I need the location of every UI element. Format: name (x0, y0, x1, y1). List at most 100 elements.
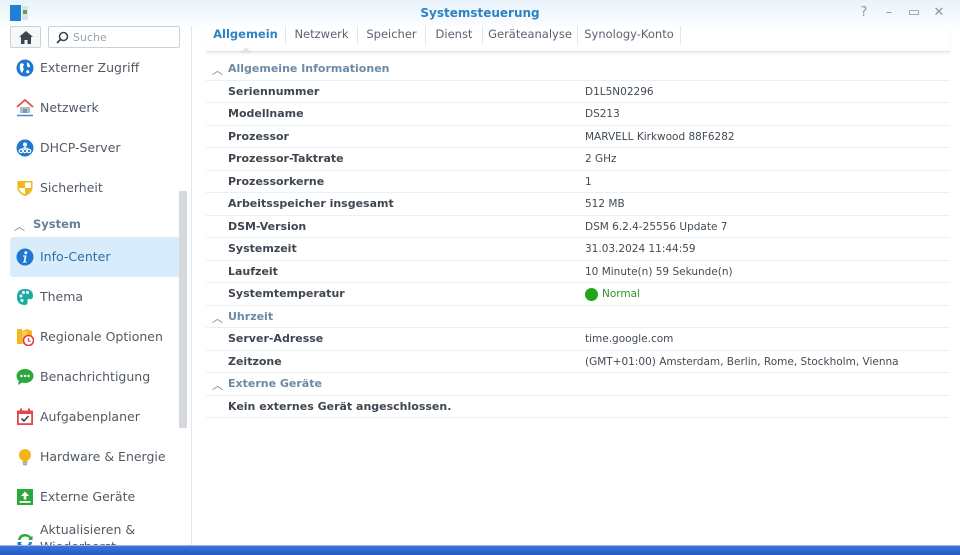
globe-icon (16, 59, 34, 77)
sidebar-item-label: Externe Geräte (40, 489, 136, 504)
info-row-ntp-server: Server-Adresse time.google.com (206, 328, 950, 351)
chevron-up-icon: ︿ (212, 379, 223, 392)
info-value: (GMT+01:00) Amsterdam, Berlin, Rome, Sto… (585, 355, 899, 368)
sidebar-item-label: Regionale Optionen (40, 329, 163, 344)
sidebar-item-label: Info-Center (40, 249, 111, 264)
info-row-serial: Seriennummer D1L5N02296 (206, 81, 950, 103)
regional-clock-icon (17, 329, 34, 346)
info-row-system-time: Systemzeit 31.03.2024 11:44:59 (206, 238, 950, 261)
sidebar-item-label: Aktualisieren & Wiederherst... (40, 522, 136, 545)
sidebar-item-label: Aufgabenplaner (40, 409, 140, 424)
info-key: Systemzeit (228, 242, 297, 255)
tab-synology-account[interactable]: Synology-Konto (578, 26, 681, 45)
sidebar-item-external-access[interactable]: Externer Zugriff (10, 48, 180, 88)
info-value: 10 Minute(n) 59 Sekunde(n) (585, 265, 733, 278)
home-icon (19, 31, 33, 44)
taskbar (0, 545, 960, 555)
upload-icon (17, 489, 33, 505)
sidebar-item-network[interactable]: Netzwerk (10, 88, 180, 128)
info-value: time.google.com (585, 333, 674, 345)
tab-device-analysis[interactable]: Geräteanalyse (483, 26, 578, 45)
info-key: Laufzeit (228, 264, 278, 278)
info-value: D1L5N02296 (585, 85, 654, 98)
info-value: 1 (585, 175, 592, 188)
info-row-dsm-version: DSM-Version DSM 6.2.4-25556 Update 7 (206, 216, 950, 238)
sidebar-item-label: Sicherheit (40, 180, 103, 195)
info-key: Systemtemperatur (228, 287, 345, 300)
info-key: Seriennummer (228, 84, 320, 98)
section-title: Externe Geräte (228, 377, 322, 390)
sidebar-item-theme[interactable]: Thema (10, 277, 180, 317)
sidebar-scrollbar[interactable] (179, 191, 187, 428)
info-key: Prozessor (228, 129, 289, 143)
tab-bar: Allgemein Netzwerk Speicher Dienst Gerät… (206, 26, 950, 53)
sidebar-item-label: Benachrichtigung (40, 369, 151, 384)
info-value: 512 MB (585, 198, 625, 210)
home-button[interactable] (10, 26, 41, 48)
sidebar-item-label: Netzwerk (40, 100, 99, 115)
search-icon (56, 31, 69, 44)
sidebar: Externer Zugriff Netzwerk DHCP-Server Si… (0, 26, 192, 545)
sidebar-item-notification[interactable]: Benachrichtigung (10, 357, 180, 397)
tab-network[interactable]: Netzwerk (286, 26, 358, 45)
section-general-info[interactable]: ︿ Allgemeine Informationen (206, 58, 950, 81)
calendar-check-icon (17, 408, 33, 425)
chevron-up-icon: ︿ (212, 64, 223, 77)
network-house-icon (16, 99, 34, 117)
sidebar-item-dhcp-server[interactable]: DHCP-Server (10, 128, 180, 168)
tab-service[interactable]: Dienst (426, 26, 483, 45)
sidebar-item-update-restore[interactable]: Aktualisieren & Wiederherst... (10, 517, 180, 545)
maximize-icon[interactable]: ▭ (905, 4, 923, 22)
info-key: Prozessor-Taktrate (228, 152, 344, 165)
sidebar-item-label: DHCP-Server (40, 140, 121, 155)
minimize-icon[interactable]: – (880, 4, 898, 22)
info-key: Arbeitsspeicher insgesamt (228, 197, 394, 210)
info-row-uptime: Laufzeit 10 Minute(n) 59 Sekunde(n) (206, 261, 950, 283)
info-row-memory: Arbeitsspeicher insgesamt 512 MB (206, 193, 950, 216)
status-ok-icon (585, 288, 598, 301)
chevron-up-icon: ︿ (212, 311, 223, 325)
search-field[interactable] (48, 26, 180, 48)
section-external-devices[interactable]: ︿ Externe Geräte (206, 373, 950, 396)
help-icon[interactable]: ? (855, 4, 873, 22)
info-value: MARVELL Kirkwood 88F6282 (585, 130, 735, 143)
palette-icon (17, 289, 33, 305)
close-icon[interactable]: ✕ (930, 4, 948, 22)
temperature-status: Normal (585, 288, 640, 301)
status-text: Normal (602, 288, 640, 300)
sidebar-item-external-devices[interactable]: Externe Geräte (10, 477, 180, 517)
sidebar-item-label: Thema (40, 289, 84, 304)
info-row-model: Modellname DS213 (206, 103, 950, 126)
search-input[interactable] (73, 29, 173, 45)
info-value: 31.03.2024 11:44:59 (585, 243, 696, 255)
info-key: Prozessorkerne (228, 174, 325, 188)
window-titlebar: Systemsteuerung ? – ▭ ✕ (0, 0, 960, 26)
sidebar-item-label: Externer Zugriff (40, 60, 140, 75)
refresh-icon (17, 534, 33, 545)
sidebar-item-task-scheduler[interactable]: Aufgabenplaner (10, 397, 180, 437)
sidebar-item-info-center[interactable]: Info-Center (10, 237, 180, 277)
empty-message: Kein externes Gerät angeschlossen. (228, 399, 452, 413)
info-value: 2 GHz (585, 153, 617, 165)
info-row-no-external-device: Kein externes Gerät angeschlossen. (206, 396, 950, 418)
info-row-cpu-clock: Prozessor-Taktrate 2 GHz (206, 148, 950, 171)
info-value: DS213 (585, 108, 620, 120)
sidebar-item-regional-options[interactable]: Regionale Optionen (10, 317, 180, 357)
info-key: Server-Adresse (228, 332, 324, 345)
info-row-timezone: Zeitzone (GMT+01:00) Amsterdam, Berlin, R… (206, 351, 950, 373)
dhcp-icon (16, 139, 34, 157)
sidebar-item-label: Hardware & Energie (40, 449, 166, 464)
chevron-up-icon: ︿ (14, 220, 25, 233)
tab-storage[interactable]: Speicher (358, 26, 426, 45)
chat-bubble-icon (16, 369, 34, 385)
info-row-cpu-cores: Prozessorkerne 1 (206, 171, 950, 193)
sidebar-item-hardware-energy[interactable]: Hardware & Energie (10, 437, 180, 477)
sidebar-group-system[interactable]: ︿ System (14, 215, 180, 239)
section-time[interactable]: ︿ Uhrzeit (206, 306, 950, 328)
info-value: DSM 6.2.4-25556 Update 7 (585, 220, 728, 233)
shield-icon (17, 181, 33, 196)
tab-general[interactable]: Allgemein (206, 26, 286, 53)
section-title: Allgemeine Informationen (228, 62, 390, 75)
window-title: Systemsteuerung (420, 6, 540, 20)
sidebar-item-security[interactable]: Sicherheit (10, 168, 180, 208)
